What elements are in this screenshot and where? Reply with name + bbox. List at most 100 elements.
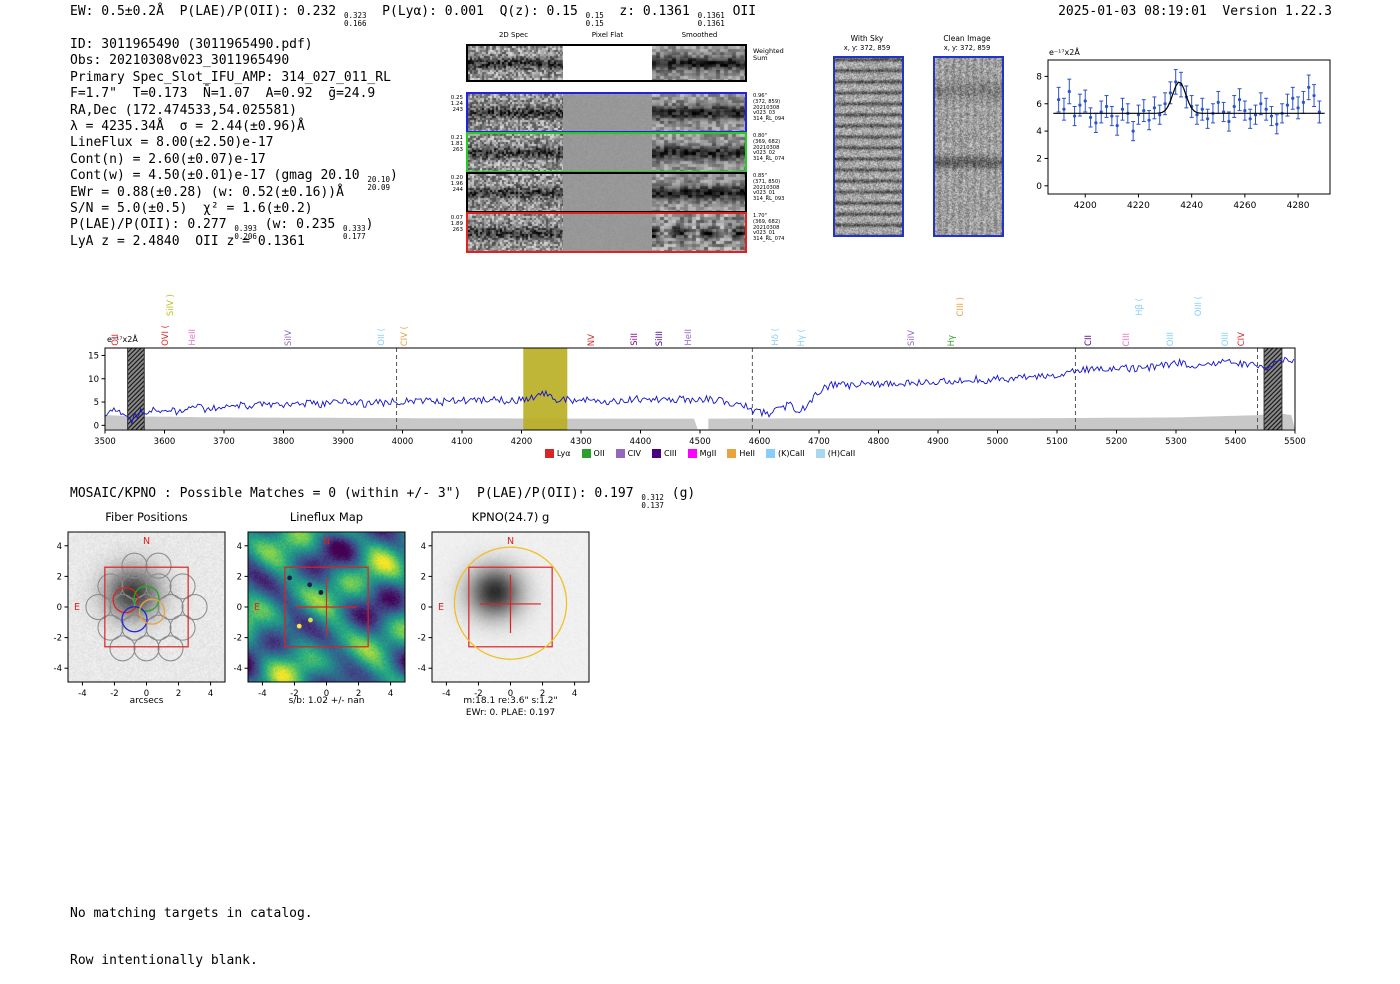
legend-item: CIII: [651, 449, 677, 458]
svg-text:4: 4: [237, 542, 242, 552]
svg-text:-4: -4: [418, 664, 426, 674]
info-line: LineFlux = 8.00(±2.50)e-17: [70, 135, 274, 151]
cutout-pixelflat-canvas: [563, 214, 652, 251]
cutout-pixelflat-canvas: [563, 94, 652, 131]
cutout-smoothed-canvas: [652, 94, 745, 131]
legend-label: OII: [593, 449, 605, 458]
full-spectrum-plot: OII OVI (SiIV ) HeII SiIV OII (CIV (NV SiII Si…: [0, 268, 1400, 473]
legend-item: MgII: [687, 449, 717, 458]
cutout-2dspec-canvas: [468, 46, 563, 80]
svg-text:-2: -2: [54, 634, 62, 644]
svg-text:-2: -2: [234, 634, 242, 644]
version-stamp: 2025-01-03 08:19:01 Version 1.22.3: [1058, 4, 1332, 19]
svg-text:5000: 5000: [987, 437, 1009, 447]
kpno-g-panel: KPNO(24.7) g -4 -4 -2 -2 0 0 2 2 4 4 N E m:18.1 re:…: [394, 510, 634, 725]
cutout-2dspec-canvas: [468, 214, 563, 251]
legend-swatch: [651, 449, 661, 458]
with-sky-title: With Sky: [850, 34, 884, 43]
svg-text:4260: 4260: [1233, 201, 1256, 211]
clean-image-coords: x, y: 372, 859: [943, 44, 991, 52]
svg-text:4300: 4300: [570, 437, 592, 447]
cutout-row: [466, 92, 747, 133]
svg-text:-2: -2: [418, 634, 426, 644]
info-line: Cont(w) = 4.50(±0.01)e-17 (gmag 20.10 20…: [70, 168, 398, 192]
cutout-smoothed-canvas: [652, 174, 745, 211]
right-label-line: 314_RL_074: [753, 156, 785, 163]
info-line: S/N = 5.0(±0.5) χ² = 1.6(±0.2): [70, 200, 313, 216]
svg-text:0: 0: [94, 421, 99, 431]
svg-text:3700: 3700: [213, 437, 235, 447]
legend-swatch: [815, 449, 825, 458]
svg-text:4900: 4900: [927, 437, 949, 447]
info-line: Primary Spec_Slot_IFU_AMP: 314_027_011_R…: [70, 69, 391, 85]
lineflux-map-xlabel: s/b: 1.02 +/- nan: [288, 696, 365, 706]
legend-swatch: [727, 449, 737, 458]
mosaic-match-summary: MOSAIC/KPNO : Possible Matches = 0 (with…: [70, 486, 696, 510]
svg-text:6: 6: [1036, 100, 1042, 110]
full-spectrum-svg: 3500 3600 3700 3800 3900 4000 4100 4200 4300 4400…: [88, 347, 1306, 447]
cutout-row-right-label: 0.80" (369, 682) 20210308 v023_02 314_RL_074: [753, 133, 799, 163]
svg-text:4200: 4200: [1074, 201, 1097, 211]
cutout-smoothed-canvas: [652, 214, 745, 251]
info-line: ID: 3011965490 (3011965490.pdf): [70, 37, 313, 52]
cutout-row-right-label: 0.85" (371, 850) 20210308 v023_01 314_RL_093: [753, 173, 799, 203]
info-line: P(LAE)/P(OII): 0.277 0.393 0.206 (w: 0.23…: [70, 217, 374, 241]
svg-text:2: 2: [57, 572, 62, 582]
legend-label: (H)CaII: [827, 449, 856, 458]
svg-text:2: 2: [237, 572, 242, 582]
clean-image: [933, 56, 1004, 237]
svg-text:5300: 5300: [1165, 437, 1187, 447]
svg-text:5500: 5500: [1284, 437, 1306, 447]
column-header-smoothed: Smoothed: [681, 31, 718, 39]
legend-swatch: [544, 449, 554, 458]
svg-text:3900: 3900: [332, 437, 354, 447]
svg-text:5400: 5400: [1225, 437, 1247, 447]
footer-line-1: No matching targets in catalog.: [70, 906, 313, 921]
svg-text:10: 10: [88, 375, 99, 385]
column-header-pixel-flat: Pixel Flat: [591, 31, 624, 39]
svg-text:4: 4: [421, 542, 426, 552]
legend-label: Lyα: [556, 449, 571, 458]
svg-text:E: E: [254, 602, 260, 613]
svg-text:4000: 4000: [392, 437, 414, 447]
cutout-row-left-label: 0.07 1.89 263: [438, 215, 463, 234]
svg-text:4: 4: [57, 542, 62, 552]
legend-label: (K)CaII: [778, 449, 805, 458]
cutout-pixelflat-canvas: [563, 134, 652, 171]
legend-swatch: [687, 449, 697, 458]
svg-text:4500: 4500: [689, 437, 711, 447]
svg-text:N: N: [323, 536, 330, 547]
kpno-g-overlay: -4-4-2-2002244 NE: [418, 531, 590, 699]
legend-label: MgII: [699, 449, 717, 458]
footer-line-2: Row intentionally blank.: [70, 952, 258, 968]
cutout-2dspec-canvas: [468, 134, 563, 171]
svg-text:4: 4: [1036, 127, 1042, 137]
svg-text:4100: 4100: [451, 437, 473, 447]
svg-text:3800: 3800: [273, 437, 295, 447]
legend-item: CIV: [615, 449, 641, 458]
legend-item: HeII: [727, 449, 755, 458]
line-fit-zoom-plot: e⁻¹⁷x2Å 4200 4220 4240 4260 4280 0 2 4 6 8: [1015, 46, 1345, 221]
svg-text:N: N: [507, 536, 514, 547]
info-line: Obs: 20210308v023_3011965490: [70, 53, 290, 69]
svg-text:4200: 4200: [511, 437, 533, 447]
svg-text:-4: -4: [54, 664, 62, 674]
svg-text:3500: 3500: [94, 437, 116, 447]
legend-label: CIII: [663, 449, 677, 458]
legend-item: (H)CaII: [815, 449, 856, 458]
cutout-2dspec-canvas: [468, 174, 563, 211]
with-sky-image: [833, 56, 904, 237]
fiber-positions-xlabel: arcsecs: [129, 696, 164, 706]
svg-text:4220: 4220: [1127, 201, 1150, 211]
svg-text:-4: -4: [234, 664, 242, 674]
right-label-line: Sum: [753, 54, 768, 62]
left-label-line: 263: [452, 227, 464, 234]
spectrum-ylabel: e⁻¹⁷x2Å: [107, 335, 138, 344]
right-label-line: 314_RL_074: [753, 236, 785, 243]
svg-text:0: 0: [237, 603, 242, 613]
left-label-line: 243: [452, 107, 464, 114]
elixer-report-page: { "page":{"timestamp":"2025-01-03 08:19:…: [0, 0, 1400, 968]
svg-text:2: 2: [421, 572, 426, 582]
svg-text:4600: 4600: [749, 437, 771, 447]
svg-text:E: E: [438, 602, 444, 613]
